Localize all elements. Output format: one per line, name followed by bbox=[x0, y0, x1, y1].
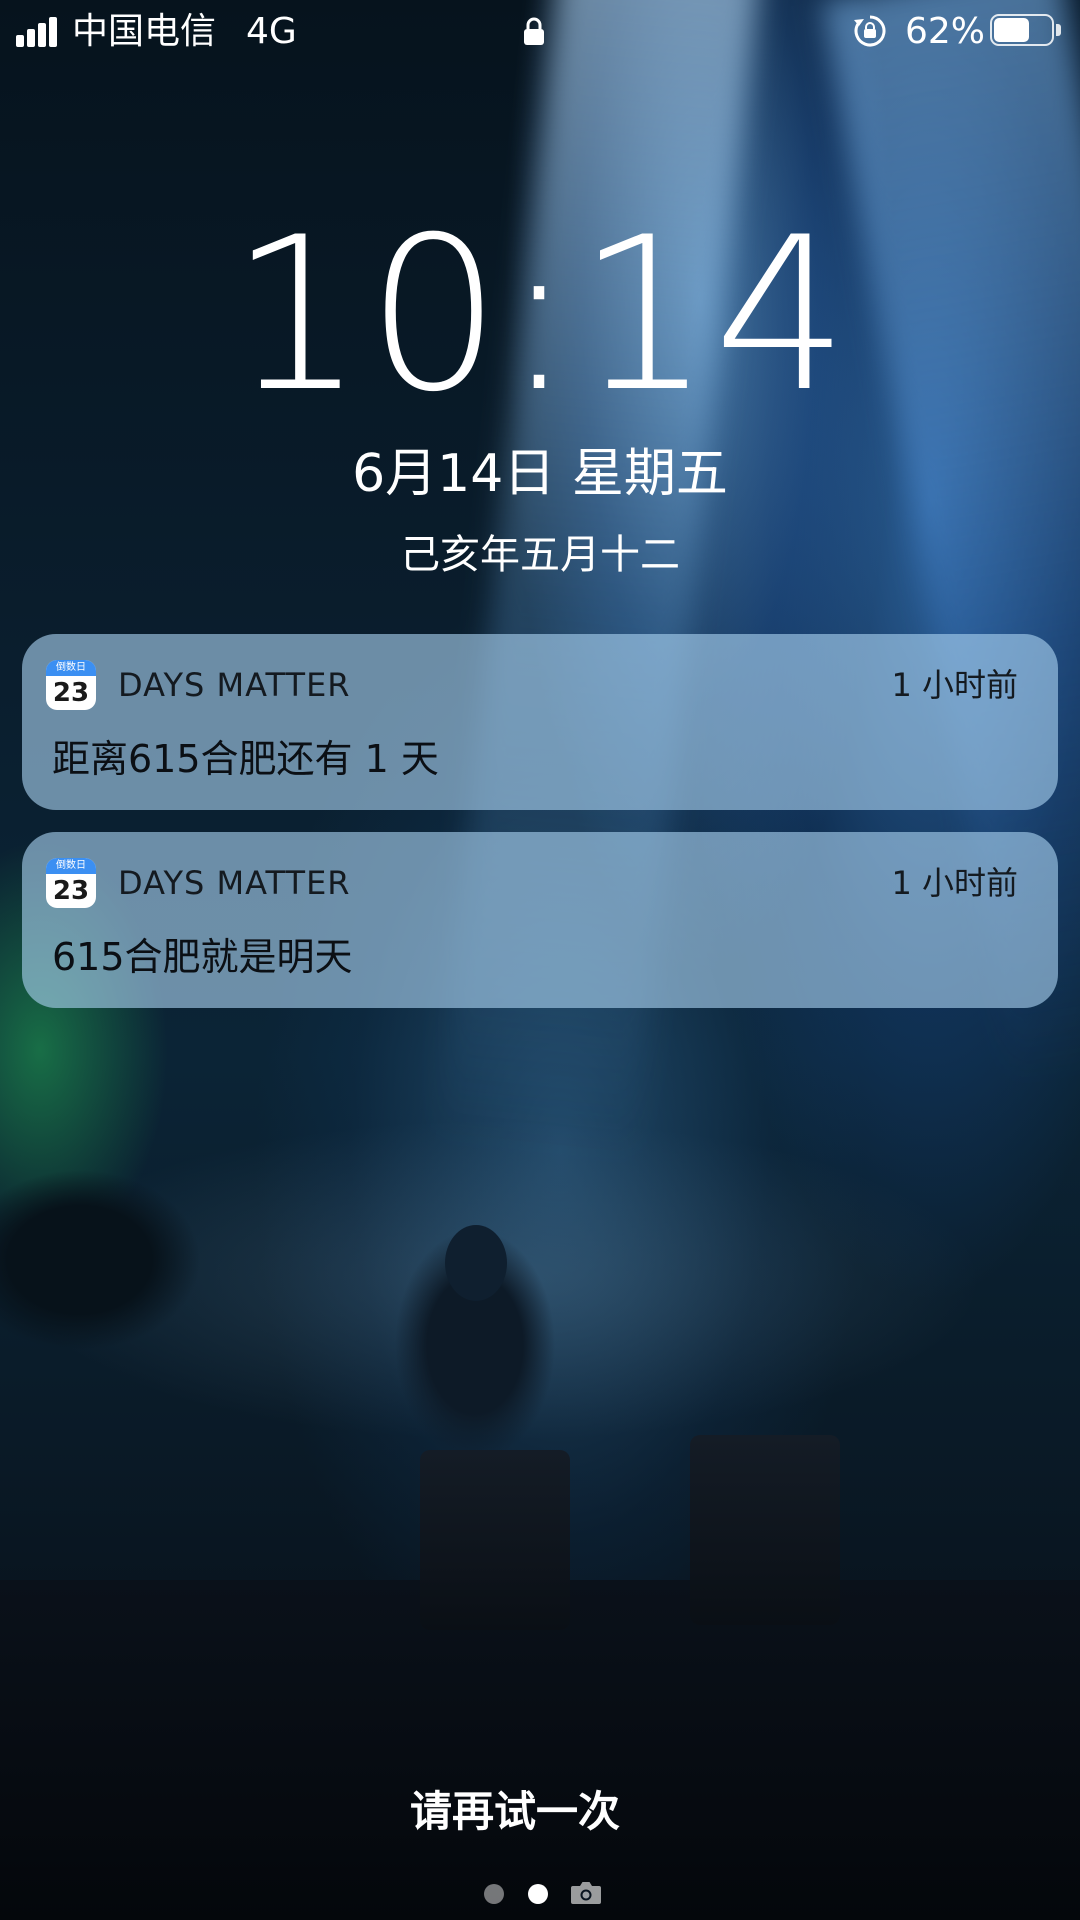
page-dot-current[interactable] bbox=[528, 1884, 548, 1904]
notification-time: 1 小时前 bbox=[891, 864, 1018, 902]
stage-floor bbox=[0, 1580, 1080, 1920]
notification-body: 615合肥就是明天 bbox=[52, 935, 353, 979]
signal-icon bbox=[16, 17, 64, 47]
carrier-name: 中国电信 bbox=[72, 11, 217, 52]
app-icon-caption: 倒数日 bbox=[46, 660, 96, 676]
rotation-lock-icon bbox=[853, 14, 887, 48]
notification-card[interactable]: 倒数日 23 DAYS MATTER 1 小时前 距离615合肥还有 1 天 bbox=[22, 634, 1058, 810]
battery-level-fill bbox=[994, 18, 1029, 42]
battery-percentage: 62% bbox=[905, 11, 986, 52]
days-matter-app-icon: 倒数日 23 bbox=[46, 858, 96, 908]
network-type: 4G bbox=[246, 11, 297, 52]
notification-app-name: DAYS MATTER bbox=[118, 666, 351, 704]
notification-app-name: DAYS MATTER bbox=[118, 864, 351, 902]
lock-icon bbox=[522, 16, 546, 46]
lock-screen-clock: 10:14 bbox=[229, 191, 851, 438]
notification-time: 1 小时前 bbox=[891, 666, 1018, 704]
notification-body: 距离615合肥还有 1 天 bbox=[52, 737, 439, 781]
crowd-silhouette bbox=[0, 1150, 220, 1350]
page-dot[interactable] bbox=[484, 1884, 504, 1904]
camera-icon[interactable] bbox=[570, 1880, 602, 1906]
stage-light-fixture bbox=[690, 1435, 840, 1625]
lock-screen-date: 6月14日 星期五 bbox=[352, 444, 728, 504]
status-bar: 中国电信 4G 62% bbox=[0, 0, 1080, 64]
app-icon-caption: 倒数日 bbox=[46, 858, 96, 874]
page-indicator[interactable] bbox=[480, 1876, 610, 1910]
performer-head bbox=[445, 1225, 507, 1301]
notification-card[interactable]: 倒数日 23 DAYS MATTER 1 小时前 615合肥就是明天 bbox=[22, 832, 1058, 1008]
battery-icon bbox=[990, 14, 1062, 48]
lunar-date: 己亥年五月十二 bbox=[400, 532, 680, 578]
app-icon-number: 23 bbox=[52, 876, 90, 906]
days-matter-app-icon: 倒数日 23 bbox=[46, 660, 96, 710]
retry-unlock-message: 请再试一次 bbox=[409, 1787, 620, 1836]
app-icon-number: 23 bbox=[52, 678, 90, 708]
stage-light-fixture bbox=[420, 1450, 570, 1630]
